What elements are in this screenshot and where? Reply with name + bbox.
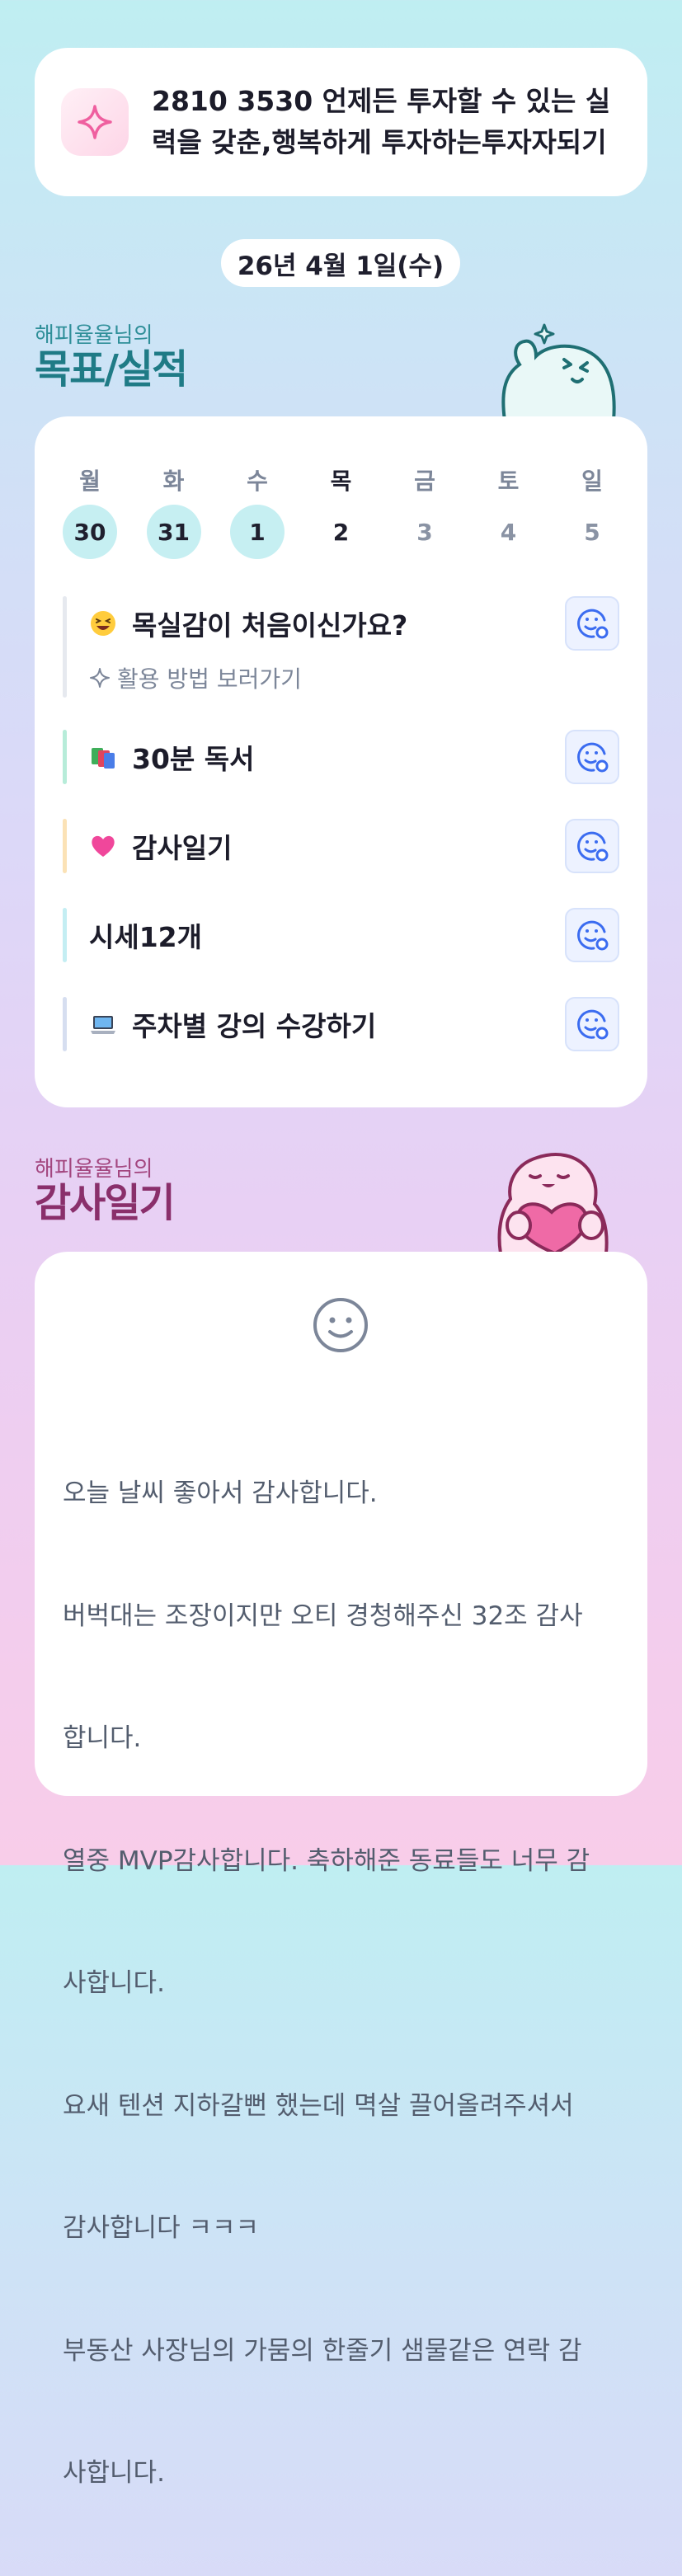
task-item[interactable]: 목실감이 처음이신가요? <box>63 596 619 698</box>
date-button[interactable]: 30 <box>63 505 117 559</box>
task-check-button[interactable] <box>565 596 619 651</box>
task-item[interactable]: 30분 독서 <box>63 730 619 784</box>
grinning-squint-emoji-icon <box>89 609 117 637</box>
date-button[interactable]: 3 <box>397 505 452 559</box>
task-item[interactable]: 시세12개 <box>63 908 619 962</box>
task-check-button[interactable] <box>565 819 619 873</box>
diary-section-header: 해피율율님의 감사일기 <box>35 1157 176 1226</box>
task-check-button[interactable] <box>565 730 619 784</box>
date-button-today[interactable]: 2 <box>314 505 369 559</box>
task-label: 감사일기 <box>132 832 233 864</box>
books-emoji-icon <box>89 743 117 771</box>
diary-line: 부동산 사장님의 가뭄의 한줄기 샘물같은 연락 감 <box>63 2335 582 2366</box>
day-name: 금 <box>414 468 435 495</box>
week-day-names: 월 화 수 목 금 토 일 <box>63 454 619 509</box>
day-name: 일 <box>581 468 603 495</box>
task-label: 주차별 강의 수강하기 <box>132 1010 377 1042</box>
goal-text: 2810 3530 언제든 투자할 수 있는 실력을 갖춘,행복하게 투자하는투… <box>152 85 611 158</box>
how-to-use-link[interactable]: 활용 방법 보러가기 <box>89 661 302 694</box>
laptop-emoji-icon <box>89 1010 117 1038</box>
day-name: 월 <box>79 468 101 495</box>
sparkle-icon <box>61 88 129 156</box>
mascot-thumbs-up-illustration <box>495 313 619 424</box>
task-color-bar <box>63 730 67 784</box>
day-name: 토 <box>497 468 520 495</box>
diary-text: 오늘 날씨 좋아서 감사합니다. 버벅대는 조장이지만 오티 경청해주신 32조… <box>63 1392 619 2576</box>
diary-section-subtitle: 해피율율님의 <box>35 1157 153 1182</box>
task-item[interactable]: 주차별 강의 수강하기 <box>63 997 619 1051</box>
diary-line: 사합니다. <box>63 2458 165 2488</box>
goal-banner[interactable]: 2810 3530 언제든 투자할 수 있는 실력을 갖춘,행복하게 투자하는투… <box>35 48 647 196</box>
task-label: 목실감이 처음이신가요? <box>132 609 408 642</box>
how-to-use-link-label: 활용 방법 보러가기 <box>117 665 302 693</box>
diary-line: 사합니다. <box>63 1968 165 1998</box>
task-color-bar <box>63 819 67 873</box>
date-button[interactable]: 4 <box>482 505 536 559</box>
mascot-heart-illustration <box>491 1146 623 1257</box>
diary-line: 오늘 날씨 좋아서 감사합니다. <box>63 1478 378 1508</box>
day-name: 화 <box>162 468 185 495</box>
diary-line: 감사합니다 ㅋㅋㅋ <box>63 2213 260 2243</box>
diary-section-title: 감사일기 <box>35 1180 176 1226</box>
task-check-button[interactable] <box>565 997 619 1051</box>
task-color-bar <box>63 997 67 1051</box>
day-name: 수 <box>247 468 268 495</box>
pink-heart-emoji-icon <box>89 832 117 860</box>
date-button[interactable]: 5 <box>565 505 619 559</box>
date-button[interactable]: 31 <box>146 505 201 559</box>
task-color-bar <box>63 908 67 962</box>
diary-line: 요새 텐션 지하갈뻔 했는데 멱살 끌어올려주셔서 <box>63 2090 574 2121</box>
goals-section-header: 해피율율님의 목표/실적 <box>35 323 188 393</box>
task-label: 30분 독서 <box>132 743 255 775</box>
goals-section-subtitle: 해피율율님의 <box>35 323 153 348</box>
task-color-bar <box>63 596 67 698</box>
day-name-today: 목 <box>330 468 352 495</box>
diary-card[interactable]: 오늘 날씨 좋아서 감사합니다. 버벅대는 조장이지만 오티 경청해주신 32조… <box>35 1252 647 2488</box>
goals-card: 월 화 수 목 금 토 일 30 31 1 2 3 4 5 목실감이 처음이신가… <box>35 416 647 1107</box>
task-label: 시세12개 <box>89 921 203 953</box>
smiley-face-icon <box>312 1296 369 1357</box>
task-check-button[interactable] <box>565 908 619 962</box>
task-item[interactable]: 감사일기 <box>63 819 619 873</box>
diary-line: 합니다. <box>63 1723 142 1753</box>
week-dates: 30 31 1 2 3 4 5 <box>63 505 619 559</box>
date-label[interactable]: 26년 4월 1일(수) <box>221 239 460 287</box>
sparkle-icon <box>89 667 111 689</box>
date-button[interactable]: 1 <box>230 505 285 559</box>
diary-line: 버벅대는 조장이지만 오티 경청해주신 32조 감사 <box>63 1601 583 1631</box>
goals-section-title: 목표/실적 <box>35 346 188 393</box>
diary-line: 열중 MVP감사합니다. 축하해준 동료들도 너무 감 <box>63 1845 590 1876</box>
